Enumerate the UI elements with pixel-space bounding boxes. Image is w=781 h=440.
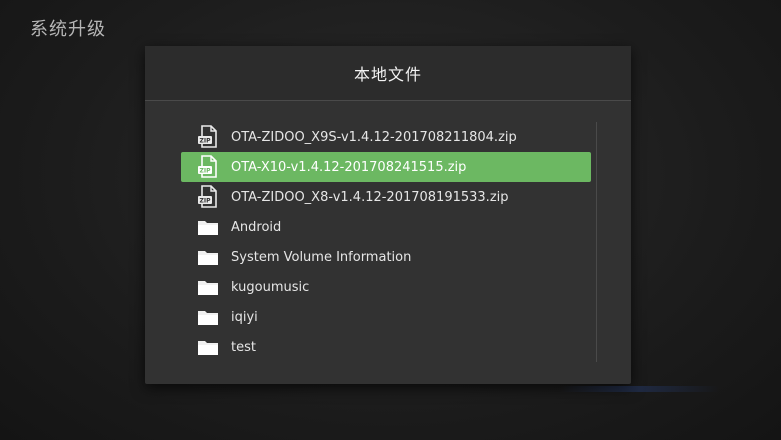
dialog-title: 本地文件 [353, 65, 422, 84]
file-row[interactable]: ZIP OTA-X10-v1.4.12-201708241515.zip [181, 152, 591, 182]
file-name: iqiyi [231, 309, 258, 325]
zip-file-icon: ZIP [197, 185, 219, 209]
folder-icon [197, 305, 219, 329]
folder-icon [197, 215, 219, 239]
svg-text:ZIP: ZIP [200, 168, 212, 175]
file-row[interactable]: kugoumusic [181, 272, 591, 302]
scrollbar[interactable] [596, 122, 597, 362]
page-title: 系统升级 [30, 19, 106, 40]
file-row[interactable]: ZIP OTA-ZIDOO_X9S-v1.4.12-201708211804.zi… [181, 122, 591, 152]
file-row[interactable]: ZIP OTA-ZIDOO_X8-v1.4.12-201708191533.zip [181, 182, 591, 212]
file-row[interactable]: Android [181, 212, 591, 242]
folder-icon [197, 245, 219, 269]
file-list: ZIP OTA-ZIDOO_X9S-v1.4.12-201708211804.zi… [181, 122, 591, 362]
svg-text:ZIP: ZIP [200, 198, 212, 205]
zip-file-icon: ZIP [197, 125, 219, 149]
file-name: System Volume Information [231, 249, 412, 265]
folder-icon [197, 335, 219, 359]
file-name: OTA-ZIDOO_X8-v1.4.12-201708191533.zip [231, 189, 509, 205]
file-name: OTA-ZIDOO_X9S-v1.4.12-201708211804.zip [231, 129, 517, 145]
dialog-header: 本地文件 [145, 46, 631, 101]
file-name: OTA-X10-v1.4.12-201708241515.zip [231, 159, 467, 175]
decorative-strip [560, 386, 720, 392]
svg-text:ZIP: ZIP [200, 138, 212, 145]
file-row[interactable]: iqiyi [181, 302, 591, 332]
file-name: kugoumusic [231, 279, 310, 295]
file-row[interactable]: System Volume Information [181, 242, 591, 272]
folder-icon [197, 275, 219, 299]
file-name: Android [231, 219, 282, 235]
file-name: test [231, 339, 256, 355]
local-files-dialog: 本地文件 ZIP OTA-ZIDOO_X9S-v1.4.12-2017082118… [145, 46, 631, 384]
zip-file-icon: ZIP [197, 155, 219, 179]
file-row[interactable]: test [181, 332, 591, 362]
